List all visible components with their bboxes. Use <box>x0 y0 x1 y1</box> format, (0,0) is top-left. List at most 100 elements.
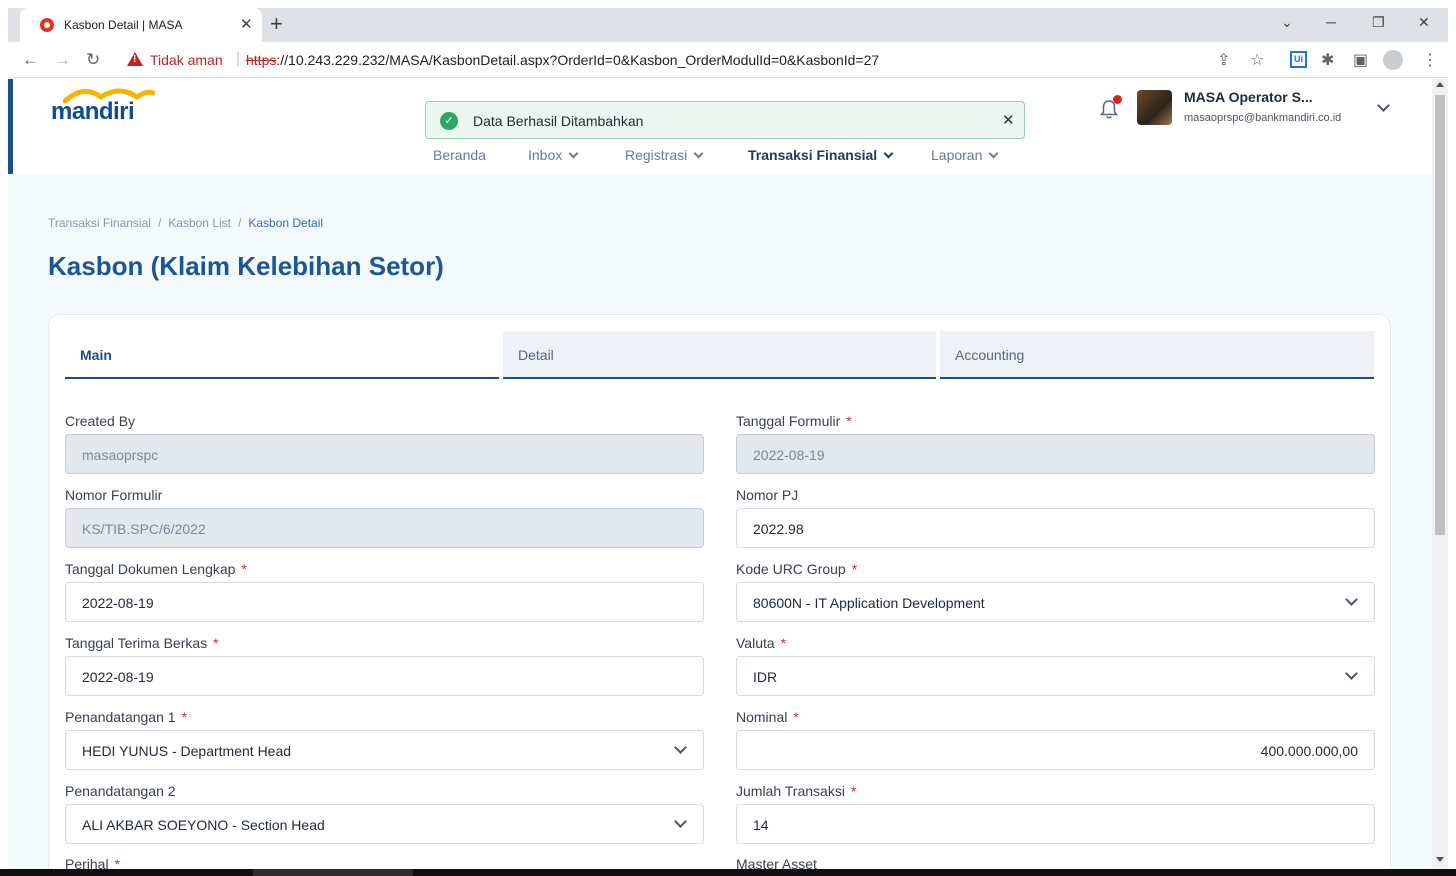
extensions-icon[interactable]: ✱ <box>1321 50 1334 70</box>
scroll-up-icon[interactable] <box>1436 82 1444 87</box>
field-value: KS/TIB.SPC/6/2022 <box>82 521 206 537</box>
taskbar <box>0 869 1456 876</box>
nav-inbox[interactable]: Inbox <box>528 147 579 163</box>
toast-close-icon[interactable]: ✕ <box>1002 111 1015 129</box>
browser-tabbar: Kasbon Detail | MASA ✕ + ⌄ ─ ❐ ✕ <box>8 8 1448 42</box>
minimize-button[interactable]: ─ <box>1326 14 1336 30</box>
field-value: 2022-08-19 <box>82 595 154 611</box>
tgl-dokumen-field[interactable]: 2022-08-19 <box>65 582 704 622</box>
star-icon[interactable]: ☆ <box>1250 50 1264 70</box>
tab-accounting[interactable]: Accounting <box>940 331 1374 379</box>
taskbar-app[interactable] <box>253 869 413 876</box>
app-page: mandiri ✓ Data Berhasil Ditambahkan ✕ Be… <box>8 79 1432 869</box>
tab-detail[interactable]: Detail <box>503 331 936 379</box>
new-tab-button[interactable]: + <box>270 11 283 37</box>
chevron-down-icon <box>674 815 687 828</box>
tab-title: Kasbon Detail | MASA <box>64 18 183 32</box>
menu-kebab-icon[interactable]: ⋮ <box>1422 50 1438 70</box>
tgl-dokumen-label: Tanggal Dokumen Lengkap * <box>65 561 247 577</box>
reload-icon[interactable]: ↻ <box>86 50 100 70</box>
nav-label: Laporan <box>931 147 983 163</box>
back-arrow-icon[interactable]: ← <box>22 50 39 70</box>
label-text: Created By <box>65 413 136 429</box>
success-toast: ✓ Data Berhasil Ditambahkan ✕ <box>425 101 1025 139</box>
kode-urc-select[interactable]: 80600N - IT Application Development <box>736 582 1375 622</box>
jumlah-transaksi-field[interactable]: 14 <box>736 804 1375 844</box>
field-value: 400.000.000,00 <box>1260 743 1358 759</box>
url-text[interactable]: https://10.243.229.232/MASA/KasbonDetail… <box>246 52 879 68</box>
user-name[interactable]: MASA Operator S... <box>1184 89 1313 105</box>
label-text: Valuta <box>736 635 775 651</box>
scrollbar-thumb[interactable] <box>1435 95 1445 535</box>
app-header: mandiri ✓ Data Berhasil Ditambahkan ✕ Be… <box>8 79 1432 174</box>
tanggal-formulir-field: 2022-08-19 <box>736 434 1375 474</box>
chevron-down-icon[interactable] <box>1377 99 1390 112</box>
field-value: 2022-08-19 <box>82 669 154 685</box>
required-mark: * <box>793 709 799 725</box>
penandatangan2-select[interactable]: ALI AKBAR SOEYONO - Section Head <box>65 804 704 844</box>
nav-laporan[interactable]: Laporan <box>931 147 999 163</box>
logo[interactable]: mandiri <box>51 98 135 126</box>
chevron-down-icon <box>568 148 579 159</box>
nav-label: Transaksi Finansial <box>748 147 878 163</box>
breadcrumb-item[interactable]: Transaksi Finansial <box>48 216 151 230</box>
field-value: 2022.98 <box>753 521 804 537</box>
required-mark: * <box>850 783 857 799</box>
check-circle-icon: ✓ <box>440 112 458 130</box>
nomor-pj-field[interactable]: 2022.98 <box>736 508 1375 548</box>
label-text: Nominal <box>736 709 788 725</box>
vertical-scrollbar[interactable] <box>1432 79 1448 869</box>
required-mark: * <box>181 709 188 725</box>
valuta-select[interactable]: IDR <box>736 656 1375 696</box>
label-text: Nomor Formulir <box>65 487 163 503</box>
tab-search-icon[interactable]: ⌄ <box>1281 14 1293 31</box>
share-icon[interactable]: ⇪ <box>1217 50 1230 70</box>
close-window-button[interactable]: ✕ <box>1418 14 1430 31</box>
field-value: ALI AKBAR SOEYONO - Section Head <box>82 817 325 833</box>
penandatangan2-label: Penandatangan 2 <box>65 783 176 799</box>
nav-label: Beranda <box>433 147 486 163</box>
penandatangan1-label: Penandatangan 1 * <box>65 709 187 725</box>
browser-tab[interactable]: Kasbon Detail | MASA ✕ <box>20 8 262 42</box>
favicon-icon <box>40 18 54 32</box>
nominal-field[interactable]: 400.000.000,00 <box>736 730 1375 770</box>
chevron-down-icon <box>693 148 704 159</box>
tgl-terima-field[interactable]: 2022-08-19 <box>65 656 704 696</box>
nav-label: Registrasi <box>625 147 688 163</box>
page-title: Kasbon (Klaim Kelebihan Setor) <box>48 251 444 281</box>
nomor-formulir-label: Nomor Formulir <box>65 487 162 503</box>
penandatangan1-select[interactable]: HEDI YUNUS - Department Head <box>65 730 704 770</box>
breadcrumb-item[interactable]: Kasbon List <box>168 216 231 230</box>
scroll-down-icon[interactable] <box>1436 857 1444 862</box>
nav-transaksi-finansial[interactable]: Transaksi Finansial <box>748 147 894 163</box>
window-frame-top <box>0 0 1456 8</box>
master-asset-label: Master Asset <box>736 856 817 869</box>
tab-close-icon[interactable]: ✕ <box>240 15 253 33</box>
label-text: Perihal <box>65 856 109 869</box>
profile-avatar-icon[interactable] <box>1383 50 1403 70</box>
required-mark: * <box>241 561 247 577</box>
form-card: Main Detail Accounting Created By masaop… <box>48 314 1391 869</box>
field-value: IDR <box>753 669 778 685</box>
toast-message: Data Berhasil Ditambahkan <box>473 113 644 129</box>
insecure-label[interactable]: Tidak aman <box>150 52 223 68</box>
tab-main[interactable]: Main <box>65 331 499 379</box>
required-mark: * <box>114 856 121 869</box>
tgl-terima-label: Tanggal Terima Berkas * <box>65 635 219 651</box>
forward-arrow-icon[interactable]: → <box>54 50 71 70</box>
chevron-down-icon <box>1345 667 1358 680</box>
breadcrumb: Transaksi Finansial / Kasbon List / Kasbon D… <box>48 216 323 230</box>
nav-registrasi[interactable]: Registrasi <box>625 147 704 163</box>
tanggal-formulir-label: Tanggal Formulir * <box>736 413 852 429</box>
field-value: 14 <box>753 817 769 833</box>
nav-beranda[interactable]: Beranda <box>433 147 486 163</box>
side-panel-icon[interactable]: ▣ <box>1353 50 1368 70</box>
required-mark: * <box>851 561 858 577</box>
warning-icon[interactable] <box>127 52 143 66</box>
created-by-label: Created By <box>65 413 135 429</box>
tab-label: Main <box>80 347 112 363</box>
avatar[interactable] <box>1137 90 1172 125</box>
restore-button[interactable]: ❐ <box>1372 14 1385 31</box>
field-value: 80600N - IT Application Development <box>753 595 985 611</box>
uipath-extension-icon[interactable]: Ui <box>1290 51 1307 68</box>
